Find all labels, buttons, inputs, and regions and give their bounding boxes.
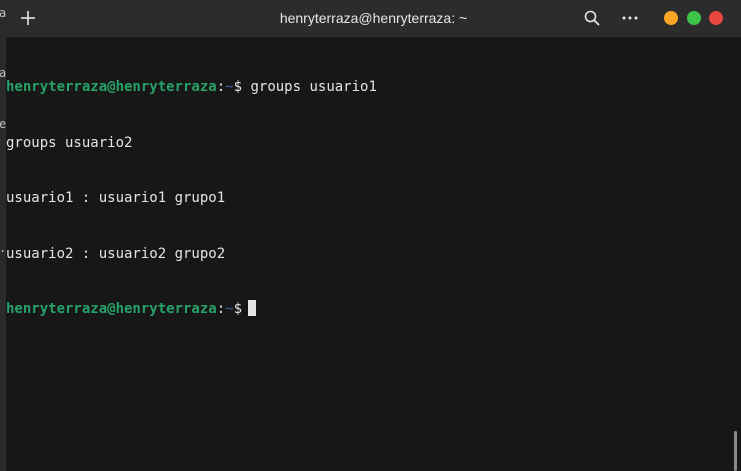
prompt-user-host: henryterraza@henryterraza — [6, 301, 217, 317]
scrollbar[interactable] — [730, 38, 741, 471]
prompt-user-host: henryterraza@henryterraza — [6, 79, 217, 95]
text-cursor — [248, 300, 257, 316]
terminal-line-prompt: henryterraza@henryterraza:~$ groups usua… — [6, 78, 730, 97]
prompt-colon: : — [216, 301, 226, 317]
terminal-line-output: usuario1 : usuario1 grupo1 — [6, 190, 226, 206]
prompt-symbol: $ — [233, 79, 243, 95]
prompt-path: ~ — [225, 301, 234, 317]
prompt-colon: : — [216, 79, 226, 95]
scrollbar-thumb[interactable] — [734, 431, 737, 471]
prompt-symbol: $ — [233, 301, 243, 317]
terminal-line-prompt: henryterraza@henryterraza:~$ — [6, 300, 730, 319]
terminal-output[interactable]: henryterraza@henryterraza:~$ groups usua… — [6, 38, 730, 471]
ellipsis-icon[interactable] — [619, 8, 641, 28]
command-text: groups usuario1 — [242, 79, 377, 95]
maximize-button[interactable] — [687, 11, 701, 25]
minimize-button[interactable] — [664, 11, 678, 25]
search-icon[interactable] — [582, 8, 602, 28]
prompt-path: ~ — [225, 79, 234, 95]
plus-icon[interactable] — [18, 8, 38, 28]
terminal-window: a a e . henryterraza@henryterraza: ~ — [0, 0, 741, 471]
title-bar[interactable]: henryterraza@henryterraza: ~ — [6, 0, 741, 38]
terminal-line-output: usuario2 : usuario2 grupo2 — [6, 245, 226, 262]
terminal-line-output: groups usuario2 — [6, 134, 133, 151]
close-button[interactable] — [709, 11, 723, 25]
